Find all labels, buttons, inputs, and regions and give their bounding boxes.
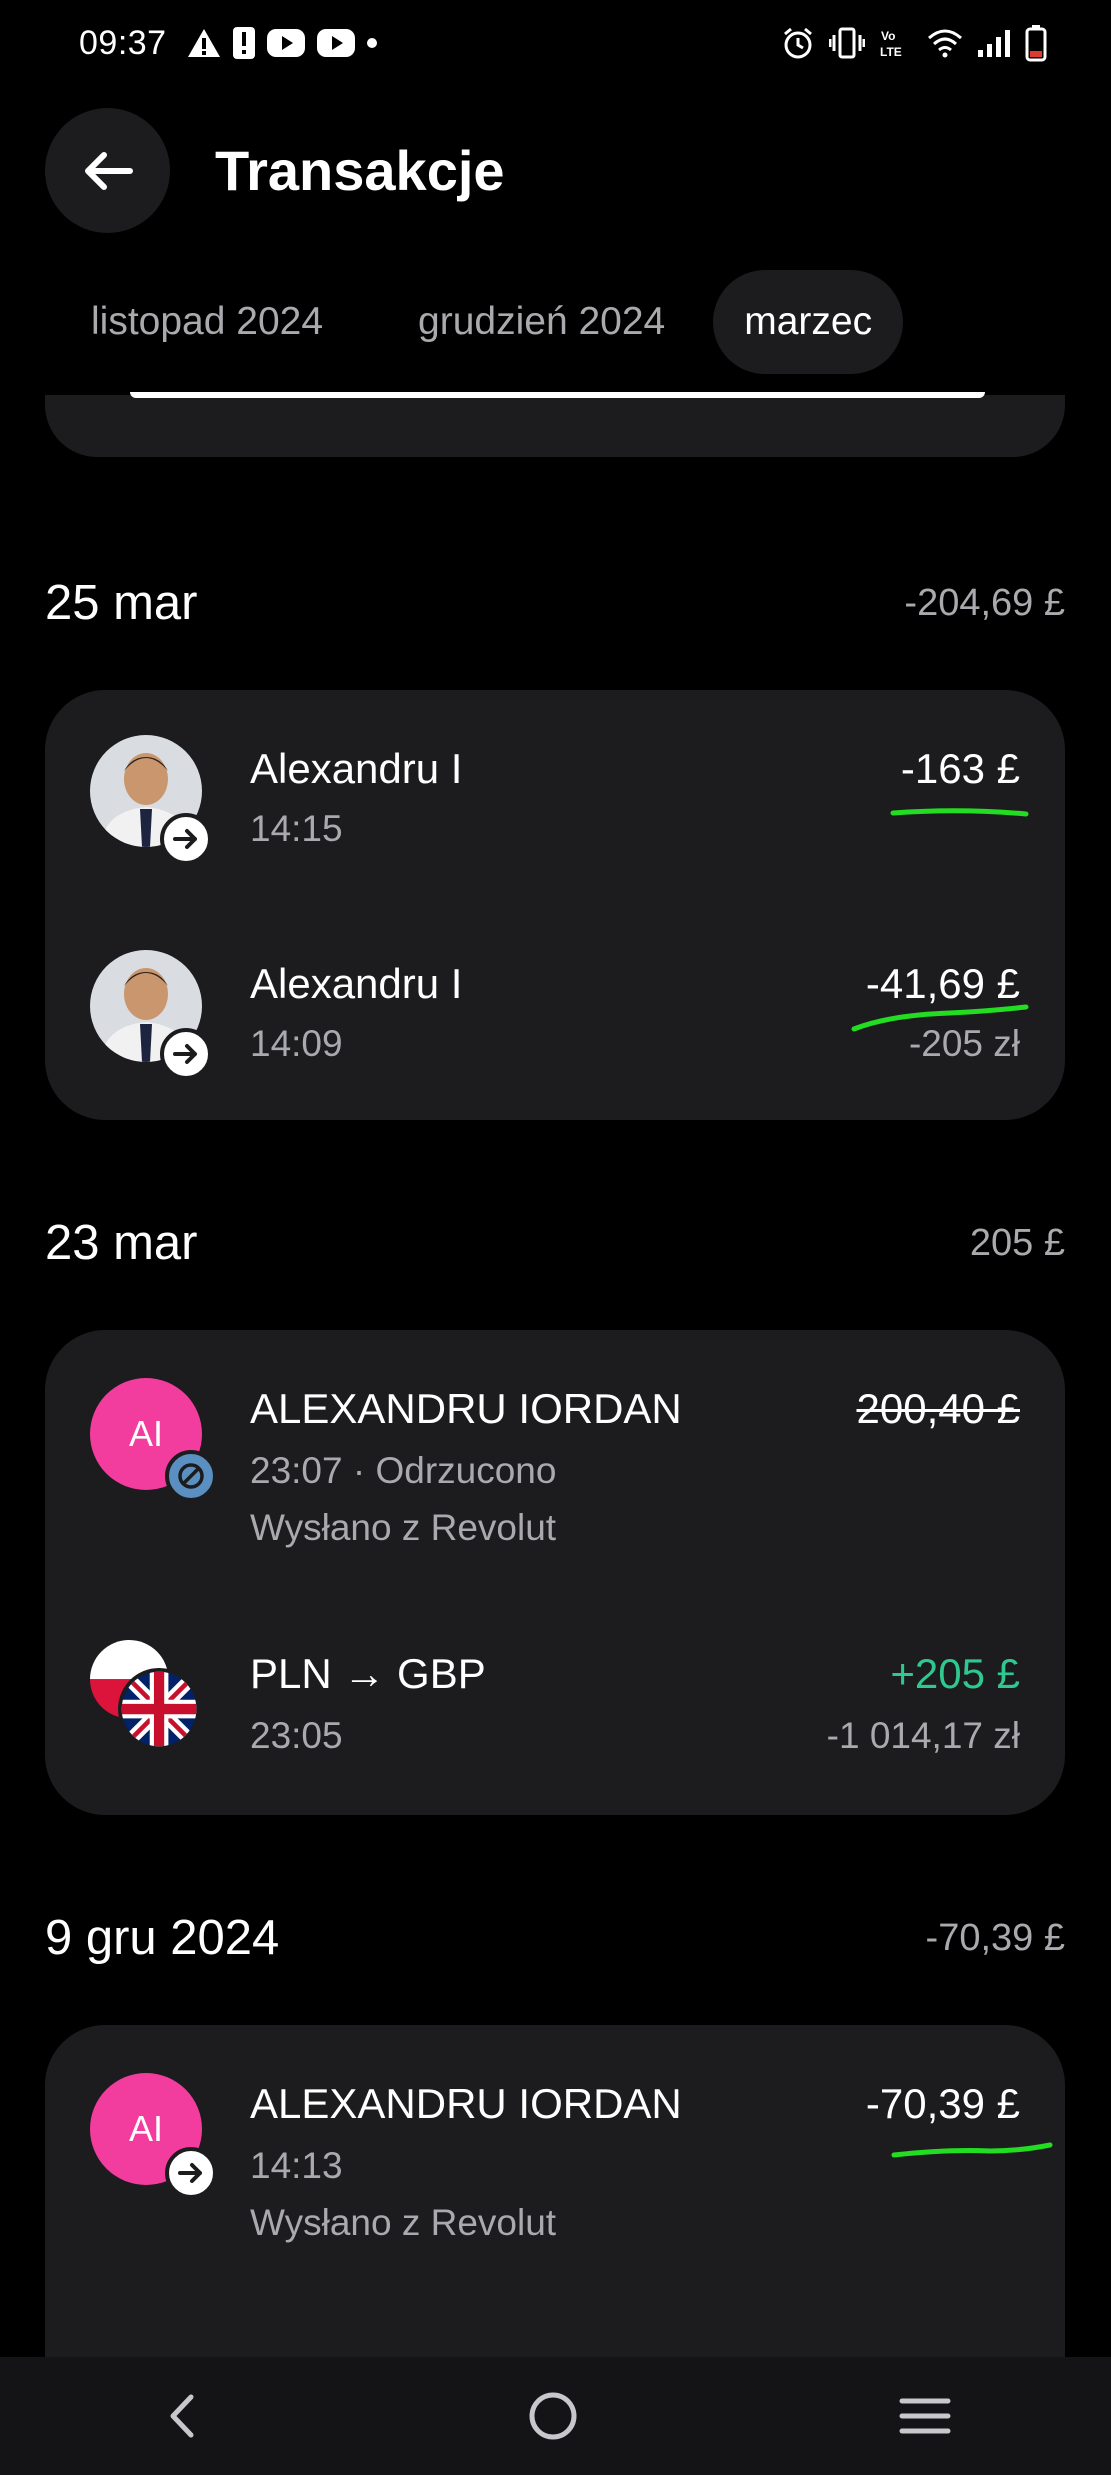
home-nav-icon[interactable] [526,2389,580,2443]
group-total: -70,39 £ [925,1916,1065,1959]
group-total: 205 £ [969,1221,1065,1264]
transaction-row[interactable]: AI ALEXANDRU IORDAN 14:13 Wysłano z Revo… [45,2025,1065,2295]
youtube-icon [267,29,305,57]
transaction-amount: +205 £ [890,1650,1020,1697]
transaction-name: Alexandru I [250,745,463,792]
badge [160,1028,212,1080]
transaction-row[interactable]: Alexandru I 14:09 -41,69 £ -205 zł [45,905,1065,1120]
tab-marzec[interactable]: marzec [713,270,904,374]
status-left-icons [186,26,378,60]
badge [165,2147,217,2199]
transaction-note: Wysłano z Revolut [250,2202,557,2243]
transaction-name: Alexandru I [250,960,463,1007]
transaction-time: 14:13 [250,2145,343,2186]
volte-icon: Vo LTE [880,29,902,59]
group-header-25-mar: 25 mar -204,69 £ [45,575,1065,631]
status-time: 09:37 [79,24,167,62]
status-right-icons: Vo LTE [781,24,1047,62]
badge [165,1450,217,1502]
currency-flags-icon [90,1640,201,1751]
battery-icon [1025,25,1047,62]
group-date: 23 mar [45,1216,198,1270]
group-header-23-mar: 23 mar 205 £ [45,1215,1065,1271]
transaction-name: ALEXANDRU IORDAN [250,2080,682,2127]
transaction-amount: -163 £ [900,745,1020,792]
transaction-amount: -41,69 £ [865,960,1020,1007]
transaction-name: ALEXANDRU IORDAN [250,1385,682,1432]
recents-nav-icon[interactable] [898,2391,952,2441]
transaction-name: PLN → GBP [250,1650,486,1697]
badge [160,813,212,865]
svg-text:Vo: Vo [881,29,895,43]
month-tabs: listopad 2024 grudzień 2024 marzec [60,270,904,374]
transactions-screen: 09:37 Vo LTE Transakcje listopad 2024 gru… [0,0,1111,2475]
arrow-right-icon [173,829,197,849]
transaction-note: Wysłano z Revolut [250,1507,557,1548]
transaction-amount: -70,39 £ [865,2080,1020,2127]
transaction-row[interactable]: AI ALEXANDRU IORDAN 23:07 · Odrzucono Wy… [45,1330,1065,1600]
wifi-icon [928,29,962,58]
arrow-right-icon [173,1044,197,1064]
back-button[interactable] [45,108,170,233]
highlight-underline [890,808,1029,817]
page-title: Transakcje [215,139,505,202]
signal-icon [978,30,1010,57]
group-header-9-gru-2024: 9 gru 2024 -70,39 £ [45,1910,1065,1966]
transaction-amount: 200,40 £ [856,1385,1021,1432]
arrow-left-icon [84,151,133,190]
vibrate-icon [829,27,865,59]
dot-icon [367,38,377,48]
youtube-icon [317,29,355,57]
transaction-status: 23:07 · Odrzucono [250,1450,557,1491]
group-total: -204,69 £ [904,581,1065,624]
status-bar: 09:37 Vo LTE [0,0,1111,90]
transaction-card-23-mar: AI ALEXANDRU IORDAN 23:07 · Odrzucono Wy… [45,1330,1065,1815]
arrow-right-icon [178,2163,202,2183]
tab-listopad-2024[interactable]: listopad 2024 [60,270,354,374]
svg-text:LTE: LTE [880,45,902,59]
transaction-time: 23:05 [250,1715,343,1756]
tab-grudzien-2024[interactable]: grudzień 2024 [387,270,696,374]
previous-card-divider [130,392,985,398]
alert-icon [233,27,255,59]
highlight-underline [851,1004,1029,1032]
transaction-amount-secondary: -1 014,17 zł [826,1715,1020,1756]
alarm-icon [784,27,812,59]
transaction-row[interactable]: PLN → GBP 23:05 +205 £ -1 014,17 zł [45,1600,1065,1815]
transaction-row[interactable]: Alexandru I 14:15 -163 £ [45,690,1065,905]
warning-icon [188,29,220,57]
back-nav-icon[interactable] [159,2391,209,2441]
transaction-time: 14:09 [250,1023,343,1064]
previous-card-bottom [45,395,1065,457]
group-date: 25 mar [45,576,198,630]
group-date: 9 gru 2024 [45,1911,280,1965]
highlight-underline [891,2142,1053,2158]
blocked-icon [178,1463,204,1489]
system-nav-bar [0,2357,1111,2475]
transaction-card-25-mar: Alexandru I 14:15 -163 £ Alexandru I 14:… [45,690,1065,1120]
transaction-time: 14:15 [250,808,343,849]
